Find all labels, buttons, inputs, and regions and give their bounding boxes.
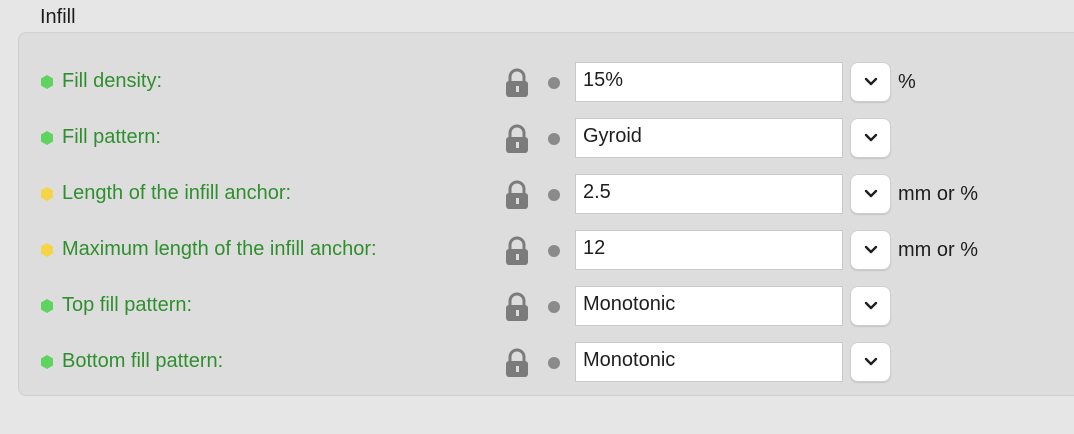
chevron-down-icon bbox=[864, 77, 878, 86]
infill-anchor-length-input[interactable]: 2.5 bbox=[575, 174, 843, 214]
unit-label: % bbox=[898, 71, 916, 93]
dot-icon[interactable] bbox=[548, 133, 560, 145]
setting-row-max-infill-anchor-length: Maximum length of the infill anchor: 12 … bbox=[0, 229, 1074, 271]
max-infill-anchor-length-input[interactable]: 12 bbox=[575, 230, 843, 270]
setting-row-fill-pattern: Fill pattern: Gyroid bbox=[0, 117, 1074, 159]
lock-icon[interactable] bbox=[504, 292, 530, 322]
green-hexagon-icon bbox=[40, 75, 54, 89]
setting-row-infill-anchor-length: Length of the infill anchor: 2.5 mm or % bbox=[0, 173, 1074, 215]
setting-row-bottom-fill-pattern: Bottom fill pattern: Monotonic bbox=[0, 341, 1074, 383]
chevron-down-icon bbox=[864, 301, 878, 310]
dot-icon[interactable] bbox=[548, 357, 560, 369]
dot-icon[interactable] bbox=[548, 245, 560, 257]
setting-label: Fill pattern: bbox=[62, 126, 161, 148]
chevron-down-icon bbox=[864, 133, 878, 142]
setting-row-fill-density: Fill density: 15% % bbox=[0, 61, 1074, 103]
lock-icon[interactable] bbox=[504, 68, 530, 98]
setting-row-top-fill-pattern: Top fill pattern: Monotonic bbox=[0, 285, 1074, 327]
infill-anchor-length-dropdown-button[interactable] bbox=[850, 174, 891, 214]
yellow-hexagon-icon bbox=[40, 243, 54, 257]
lock-icon[interactable] bbox=[504, 124, 530, 154]
chevron-down-icon bbox=[864, 245, 878, 254]
lock-icon[interactable] bbox=[504, 236, 530, 266]
unit-label: mm or % bbox=[898, 183, 978, 205]
fill-pattern-combobox[interactable]: Gyroid bbox=[575, 118, 843, 158]
yellow-hexagon-icon bbox=[40, 187, 54, 201]
green-hexagon-icon bbox=[40, 355, 54, 369]
top-fill-pattern-dropdown-button[interactable] bbox=[850, 286, 891, 326]
green-hexagon-icon bbox=[40, 299, 54, 313]
setting-label: Top fill pattern: bbox=[62, 294, 193, 316]
dot-icon[interactable] bbox=[548, 77, 560, 89]
setting-label: Length of the infill anchor: bbox=[62, 182, 292, 204]
setting-label: Maximum length of the infill anchor: bbox=[62, 238, 377, 260]
fill-density-dropdown-button[interactable] bbox=[850, 62, 891, 102]
dot-icon[interactable] bbox=[548, 301, 560, 313]
fill-pattern-dropdown-button[interactable] bbox=[850, 118, 891, 158]
chevron-down-icon bbox=[864, 357, 878, 366]
section-title: Infill bbox=[40, 6, 76, 28]
lock-icon[interactable] bbox=[504, 348, 530, 378]
setting-label: Fill density: bbox=[62, 70, 163, 92]
bottom-fill-pattern-dropdown-button[interactable] bbox=[850, 342, 891, 382]
bottom-fill-pattern-combobox[interactable]: Monotonic bbox=[575, 342, 843, 382]
lock-icon[interactable] bbox=[504, 180, 530, 210]
unit-label: mm or % bbox=[898, 239, 978, 261]
chevron-down-icon bbox=[864, 189, 878, 198]
fill-density-input[interactable]: 15% bbox=[575, 62, 843, 102]
green-hexagon-icon bbox=[40, 131, 54, 145]
max-infill-anchor-length-dropdown-button[interactable] bbox=[850, 230, 891, 270]
top-fill-pattern-combobox[interactable]: Monotonic bbox=[575, 286, 843, 326]
setting-label: Bottom fill pattern: bbox=[62, 350, 224, 372]
dot-icon[interactable] bbox=[548, 189, 560, 201]
